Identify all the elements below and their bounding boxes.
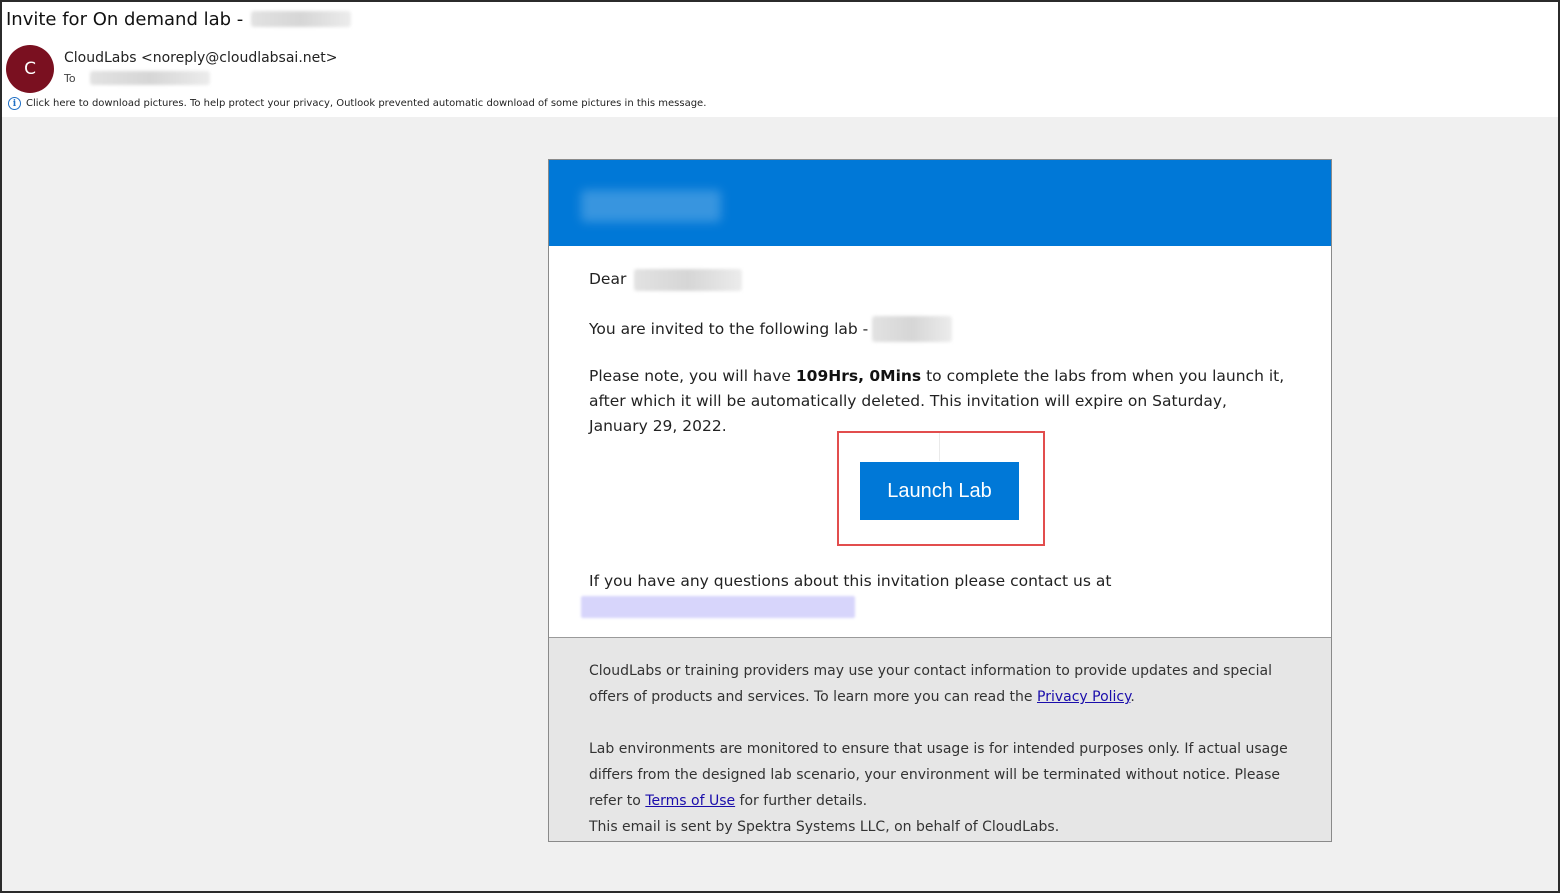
privacy-notice-end: . — [1130, 689, 1135, 705]
duration-note: Please note, you will have 109Hrs, 0Mins… — [589, 364, 1289, 439]
subject-row: Invite for On demand lab - — [6, 7, 352, 31]
email-window: Invite for On demand lab - C CloudLabs <… — [0, 0, 1560, 893]
launch-lab-button[interactable]: Launch Lab — [860, 462, 1019, 520]
redacted-recipient — [89, 71, 210, 85]
redacted-lab-name — [251, 11, 352, 27]
usage-notice-end: for further details. — [735, 793, 868, 809]
redacted-recipient-name — [634, 268, 743, 291]
invite-line: You are invited to the following lab - — [589, 316, 953, 342]
sent-by-text: This email is sent by Spektra Systems LL… — [589, 819, 1060, 835]
blurred-logo — [581, 190, 721, 222]
usage-notice: Lab environments are monitored to ensure… — [589, 736, 1289, 840]
email-card: Dear You are invited to the following la… — [548, 159, 1332, 842]
info-icon: i — [8, 97, 21, 110]
redacted-contact-email[interactable] — [581, 596, 855, 618]
email-subject: Invite for On demand lab - — [6, 8, 244, 30]
invite-text: You are invited to the following lab - — [589, 319, 869, 338]
privacy-policy-link[interactable]: Privacy Policy — [1037, 689, 1130, 705]
note-prefix: Please note, you will have — [589, 367, 796, 385]
email-header: Invite for On demand lab - C CloudLabs <… — [2, 2, 1558, 117]
to-label: To — [64, 71, 76, 85]
sender-name[interactable]: CloudLabs <noreply@cloudlabsai.net> — [64, 50, 337, 66]
contact-line: If you have any questions about this inv… — [589, 572, 1112, 590]
sender-avatar[interactable]: C — [6, 45, 54, 93]
brand-banner — [549, 160, 1331, 246]
greeting-line: Dear — [589, 267, 743, 292]
download-pictures-text[interactable]: Click here to download pictures. To help… — [26, 98, 706, 109]
privacy-notice-text: CloudLabs or training providers may use … — [589, 663, 1272, 705]
greeting-text: Dear — [589, 270, 627, 288]
download-pictures-bar[interactable]: i Click here to download pictures. To he… — [8, 97, 706, 110]
lab-duration: 109Hrs, 0Mins — [795, 367, 922, 385]
terms-of-use-link[interactable]: Terms of Use — [645, 793, 735, 809]
privacy-notice: CloudLabs or training providers may use … — [589, 658, 1289, 710]
email-footer: CloudLabs or training providers may use … — [549, 637, 1331, 841]
redacted-lab-title — [872, 316, 953, 342]
recipient-row: To — [64, 71, 210, 85]
